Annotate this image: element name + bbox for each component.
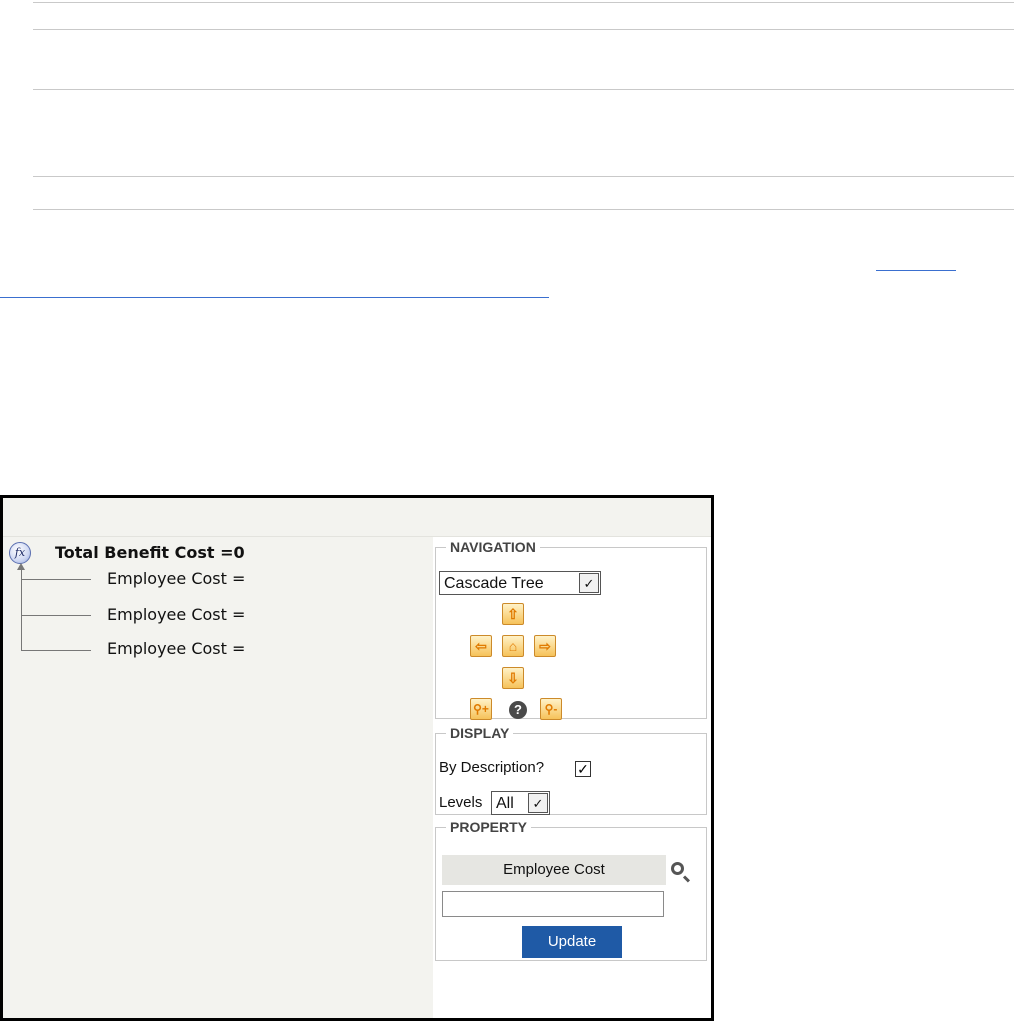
levels-select-value: All (496, 795, 514, 812)
property-legend: PROPERTY (450, 819, 528, 835)
levels-select[interactable]: All ✓ (491, 791, 550, 815)
table-rule (33, 89, 1014, 90)
navigation-group: NAVIGATION Cascade Tree ✓ ⇧ ⇦ ⌂ ⇨ ⇩ ⚲+ ?… (435, 539, 707, 720)
up-arrow-icon[interactable]: ⇧ (502, 603, 524, 625)
tree-node[interactable]: Employee Cost = (107, 569, 245, 588)
home-icon[interactable]: ⌂ (502, 635, 524, 657)
left-arrow-icon[interactable]: ⇦ (470, 635, 492, 657)
display-group: DISPLAY By Description? ✓ Levels All ✓ (435, 725, 707, 815)
property-value-input[interactable] (442, 891, 664, 917)
table-rule (33, 29, 1014, 30)
tree-node[interactable]: Employee Cost = (107, 605, 245, 624)
fx-formula-icon[interactable]: fx (9, 542, 31, 564)
table-rule (33, 209, 1014, 210)
chevron-down-icon[interactable]: ✓ (528, 793, 548, 813)
help-icon[interactable]: ? (509, 701, 527, 719)
zoom-out-icon[interactable]: ⚲- (540, 698, 562, 720)
property-group: PROPERTY Employee Cost Update (435, 819, 707, 961)
tree-root-label[interactable]: Total Benefit Cost =0 (55, 543, 245, 562)
link-underline[interactable] (876, 270, 956, 271)
view-select[interactable]: Cascade Tree ✓ (439, 571, 601, 595)
view-select-value: Cascade Tree (444, 575, 544, 592)
control-panel: NAVIGATION Cascade Tree ✓ ⇧ ⇦ ⌂ ⇨ ⇩ ⚲+ ?… (433, 537, 711, 1018)
table-rule (33, 2, 1014, 3)
link-underline[interactable] (0, 297, 549, 298)
property-name: Employee Cost (442, 855, 666, 885)
levels-label: Levels (439, 794, 483, 811)
by-description-label: By Description? (439, 759, 545, 776)
table-rule (33, 176, 1014, 177)
embedded-screenshot: fx Total Benefit Cost =0 Employee Cost =… (0, 495, 714, 1021)
chevron-down-icon[interactable]: ✓ (579, 573, 599, 593)
zoom-in-icon[interactable]: ⚲+ (470, 698, 492, 720)
navigation-legend: NAVIGATION (450, 539, 536, 555)
by-description-checkbox[interactable]: ✓ (575, 761, 591, 777)
tree-connector (21, 615, 91, 616)
tree-connector (21, 568, 22, 651)
tree-connector (21, 650, 91, 651)
tree-connector (21, 579, 91, 580)
down-arrow-icon[interactable]: ⇩ (502, 667, 524, 689)
right-arrow-icon[interactable]: ⇨ (534, 635, 556, 657)
update-button[interactable]: Update (522, 926, 622, 958)
display-legend: DISPLAY (450, 725, 510, 741)
tree-node[interactable]: Employee Cost = (107, 639, 245, 658)
search-icon[interactable] (671, 862, 684, 875)
cascade-tree-pane: fx Total Benefit Cost =0 Employee Cost =… (3, 537, 433, 1018)
screenshot-header-bar (3, 498, 711, 537)
